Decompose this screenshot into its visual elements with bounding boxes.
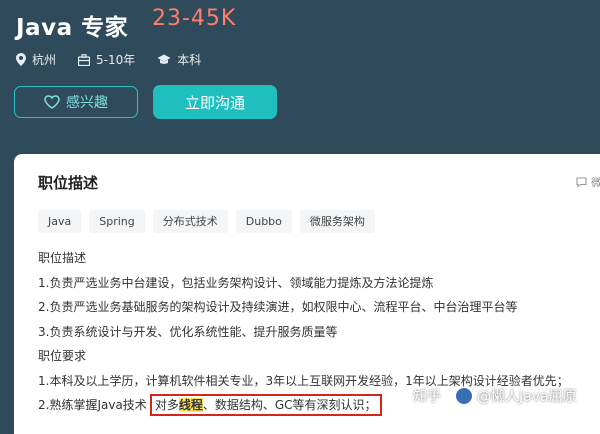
experience-text: 5-10年: [96, 53, 136, 67]
interest-button[interactable]: 感兴趣: [14, 86, 138, 118]
education-text: 本科: [177, 53, 202, 67]
line-prefix: 2.熟练掌握Java技术: [38, 398, 147, 412]
location-text: 杭州: [32, 53, 57, 67]
skill-tags: Java Spring 分布式技术 Dubbo 微服务架构: [38, 210, 383, 233]
avatar: [455, 387, 473, 405]
tag-dubbo[interactable]: Dubbo: [235, 210, 292, 233]
tag-distributed[interactable]: 分布式技术: [152, 210, 228, 233]
watermark-author: @懒人Java屈原: [477, 389, 577, 405]
job-meta: 杭州 5-10年 本科: [16, 51, 223, 68]
boxed-text-before: 对多: [154, 398, 179, 412]
job-header: Java 专家 23-45K 杭州 5-10年 本科 感兴趣 立即沟通: [0, 0, 600, 140]
chat-now-button[interactable]: 立即沟通: [153, 85, 277, 119]
tag-spring[interactable]: Spring: [89, 210, 145, 233]
comment-icon: [576, 176, 587, 188]
meta-location: 杭州: [16, 51, 56, 68]
side-hint-text: 微: [591, 176, 600, 189]
description-line: 3.负责系统设计与开发、优化系统性能、提升服务质量等: [38, 324, 338, 339]
section-title: 职位描述: [38, 174, 99, 192]
meta-education: 本科: [157, 51, 201, 68]
annotation-box: 对多线程、数据结构、GC等有深刻认识；: [149, 394, 382, 416]
tag-java[interactable]: Java: [38, 210, 82, 233]
salary: 23-45K: [152, 6, 237, 31]
heart-icon: [44, 95, 60, 109]
zhihu-watermark: 知乎 @懒人Java屈原: [413, 386, 577, 406]
highlighted-text: 线程: [178, 398, 203, 412]
description-line: 2.负责严选业务基础服务的架构设计及持续演进，如权限中心、流程平台、中台治理平台…: [38, 300, 518, 314]
side-hint[interactable]: 微: [576, 174, 600, 190]
interest-label: 感兴趣: [66, 95, 108, 111]
description-line: 职位要求: [38, 349, 87, 363]
briefcase-icon: [78, 53, 91, 66]
tag-microservices[interactable]: 微服务架构: [299, 210, 375, 233]
job-title: Java 专家: [16, 15, 129, 41]
description-line: 1.负责严选业务中台建设，包括业务架构设计、领域能力提炼及方法论提炼: [38, 275, 434, 290]
meta-experience: 5-10年: [78, 51, 135, 68]
graduation-cap-icon: [157, 54, 171, 64]
location-pin-icon: [16, 53, 26, 66]
boxed-text-after: 、数据结构、GC等有深刻认识；: [202, 398, 377, 412]
watermark-source: 知乎: [413, 389, 441, 405]
description-line: 职位描述: [38, 251, 87, 265]
